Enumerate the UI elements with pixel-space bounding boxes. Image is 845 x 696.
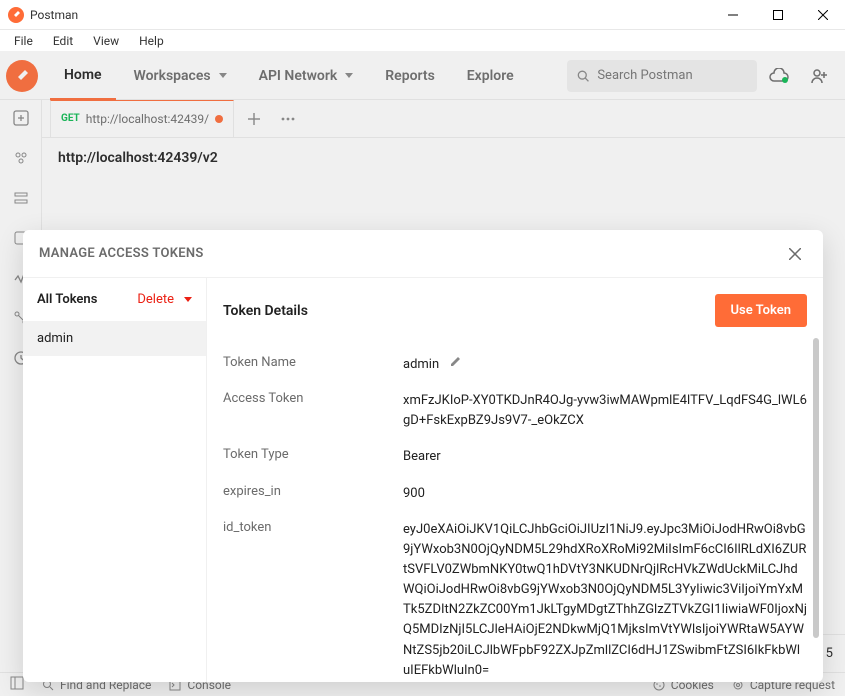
- invite-icon[interactable]: [801, 58, 837, 94]
- scrollbar[interactable]: [813, 338, 819, 638]
- token-list-item[interactable]: admin: [23, 321, 206, 356]
- tab-more-button[interactable]: [274, 105, 302, 133]
- window-titlebar: Postman: [0, 0, 845, 30]
- nav-api-network[interactable]: API Network: [245, 52, 368, 100]
- modal-close-button[interactable]: [783, 242, 807, 266]
- search-icon: [577, 69, 589, 83]
- token-name-value: admin: [403, 355, 439, 375]
- close-icon: [789, 248, 801, 260]
- window-title: Postman: [30, 8, 78, 22]
- menubar: File Edit View Help: [0, 30, 845, 52]
- postman-logo-icon: [6, 60, 38, 92]
- search-input-wrapper[interactable]: [567, 60, 757, 92]
- id-token-label: id_token: [223, 520, 403, 535]
- chevron-down-icon: [184, 297, 192, 302]
- tab-title: http://localhost:42439/: [86, 112, 209, 126]
- close-button[interactable]: [800, 0, 845, 30]
- menu-help[interactable]: Help: [129, 32, 174, 50]
- id-token-value: eyJ0eXAiOiJKV1QiLCJhbGciOiJIUzI1NiJ9.eyJ…: [403, 520, 807, 681]
- apis-icon[interactable]: [11, 188, 31, 208]
- expires-in-label: expires_in: [223, 484, 403, 499]
- delete-dropdown[interactable]: Delete: [137, 292, 192, 307]
- new-tab-button[interactable]: [240, 105, 268, 133]
- access-token-value: xmFzJKIoP-XY0TKDJnR4OJg-yvw3iwMAWpmlE4lT…: [403, 391, 807, 431]
- maximize-button[interactable]: [755, 0, 800, 30]
- nav-home[interactable]: Home: [50, 52, 116, 100]
- minimize-button[interactable]: [710, 0, 755, 30]
- method-badge: GET: [61, 113, 80, 124]
- request-url-display: http://localhost:42439/v2: [42, 138, 845, 178]
- nav-reports[interactable]: Reports: [371, 52, 449, 100]
- search-input[interactable]: [597, 68, 747, 83]
- modal-title: MANAGE ACCESS TOKENS: [39, 246, 204, 261]
- unsaved-indicator-icon: [215, 115, 223, 123]
- menu-view[interactable]: View: [83, 32, 129, 50]
- manage-tokens-modal: MANAGE ACCESS TOKENS All Tokens Delete a…: [23, 230, 823, 682]
- token-name-label: Token Name: [223, 355, 403, 370]
- nav-explore[interactable]: Explore: [453, 52, 528, 100]
- use-token-button[interactable]: Use Token: [715, 294, 807, 327]
- menu-file[interactable]: File: [4, 32, 43, 50]
- nav-workspaces[interactable]: Workspaces: [120, 52, 241, 100]
- request-tab[interactable]: GET http://localhost:42439/: [50, 100, 234, 138]
- sidebar-toggle-icon[interactable]: [10, 676, 24, 693]
- top-navbar: Home Workspaces API Network Reports Expl…: [0, 52, 845, 100]
- edit-icon[interactable]: [449, 355, 462, 375]
- all-tokens-label: All Tokens: [37, 292, 97, 307]
- expires-in-value: 900: [403, 484, 425, 504]
- app-icon: [8, 7, 24, 23]
- token-details-panel: Token Details Use Token Token Name admin…: [207, 278, 823, 682]
- token-type-label: Token Type: [223, 447, 403, 462]
- menu-edit[interactable]: Edit: [43, 32, 83, 50]
- access-token-label: Access Token: [223, 391, 403, 406]
- collections-icon[interactable]: [11, 148, 31, 168]
- token-list-panel: All Tokens Delete admin: [23, 278, 207, 682]
- request-tabs-row: GET http://localhost:42439/: [42, 100, 845, 138]
- token-type-value: Bearer: [403, 447, 441, 467]
- sync-icon[interactable]: [761, 58, 797, 94]
- new-tab-icon[interactable]: [11, 108, 31, 128]
- token-details-title: Token Details: [223, 303, 308, 319]
